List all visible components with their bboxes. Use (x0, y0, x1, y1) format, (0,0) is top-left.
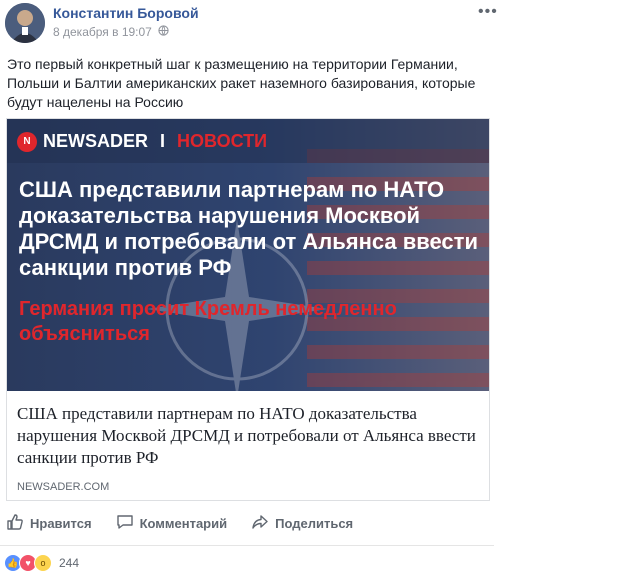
globe-icon[interactable] (158, 25, 169, 39)
like-label: Нравится (30, 515, 92, 531)
brand-section: НОВОСТИ (177, 131, 268, 151)
divider (0, 545, 494, 546)
link-domain: NEWSADER.COM (17, 481, 110, 493)
author-name[interactable]: Константин Боровой (53, 5, 199, 21)
facebook-post: Константин Боровой 8 декабря в 19:07 •••… (0, 0, 497, 578)
share-button[interactable]: Поделиться (251, 513, 353, 534)
brand-separator: I (160, 131, 166, 151)
more-options-button[interactable]: ••• (478, 3, 498, 21)
brand-header: N NEWSADER I НОВОСТИ (17, 131, 267, 152)
share-label: Поделиться (275, 515, 354, 531)
image-headline: США представили партнерам по НАТО доказа… (19, 177, 478, 280)
image-subhead: Германия просит Кремль немедленно объясн… (19, 298, 397, 345)
newsader-logo-icon: N (17, 131, 37, 152)
thumbs-up-icon (6, 513, 24, 534)
comment-label: Комментарий (139, 515, 228, 531)
brand-name: NEWSADER (43, 131, 149, 151)
post-meta: 8 декабря в 19:07 (53, 25, 169, 39)
post-text: Это первый конкретный шаг к размещению н… (7, 56, 476, 110)
reaction-count[interactable]: 244 (59, 556, 79, 570)
like-button[interactable]: Нравится (6, 513, 92, 534)
avatar[interactable] (5, 3, 45, 43)
reactions-summary[interactable]: 👍 ♥ o 244 (4, 554, 79, 572)
post-date[interactable]: 8 декабря в 19:07 (53, 25, 152, 39)
wow-icon: o (34, 554, 52, 572)
link-preview-image[interactable]: N NEWSADER I НОВОСТИ США представили пар… (7, 119, 489, 391)
comment-button[interactable]: Комментарий (116, 513, 228, 534)
share-icon (251, 513, 269, 534)
link-title[interactable]: США представили партнерам по НАТО доказа… (17, 403, 479, 469)
comment-icon (116, 513, 134, 534)
action-bar: Нравится Комментарий Поделиться (0, 510, 494, 536)
link-preview-card[interactable]: N NEWSADER I НОВОСТИ США представили пар… (6, 118, 490, 501)
